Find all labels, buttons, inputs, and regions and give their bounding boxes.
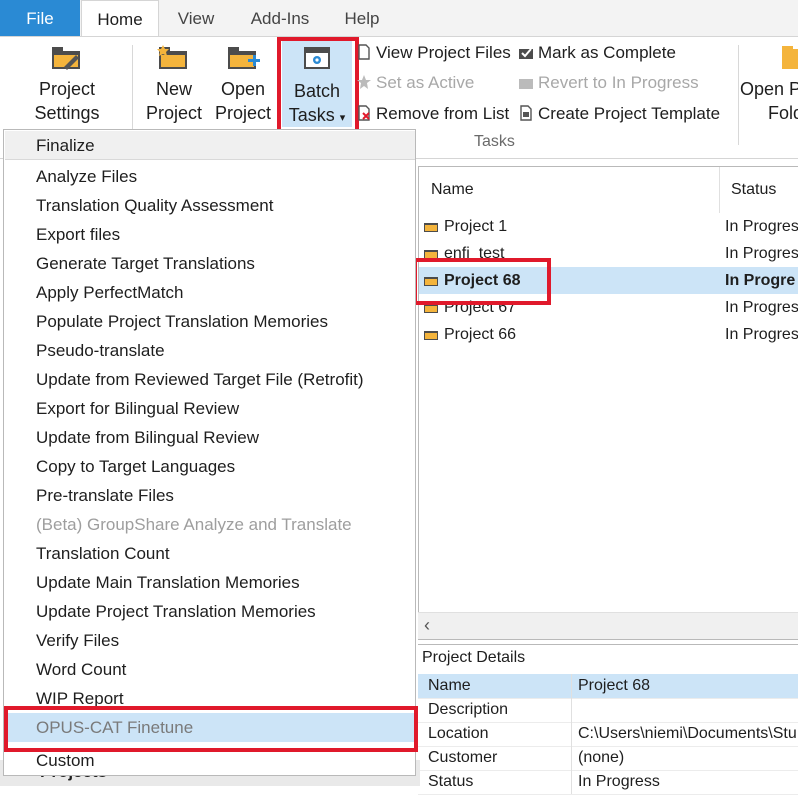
project-row[interactable]: Project 1 In Progres [419, 213, 798, 240]
project-settings-icon [50, 43, 84, 73]
menu-item-generate-target-translations[interactable]: Generate Target Translations [5, 249, 415, 278]
tab-home[interactable]: Home [81, 0, 159, 37]
menu-item-copy-to-target-languages[interactable]: Copy to Target Languages [5, 452, 415, 481]
column-header-status[interactable]: Status [731, 167, 776, 213]
tab-file[interactable]: File [0, 0, 80, 36]
details-key: Customer [428, 749, 498, 766]
set-as-active-label: Set as Active [376, 73, 475, 92]
batch-tasks-menu: Finalize Analyze Files Translation Quali… [3, 129, 416, 776]
open-project-button[interactable]: Open Project [210, 43, 276, 125]
details-row-customer[interactable]: Customer (none) [418, 746, 798, 771]
revert-icon [518, 72, 534, 89]
menu-item-groupshare-analyze-translate[interactable]: (Beta) GroupShare Analyze and Translate [5, 510, 415, 539]
create-project-template-button[interactable]: Create Project Template [518, 101, 720, 127]
menu-item-update-main-tms[interactable]: Update Main Translation Memories [5, 568, 415, 597]
open-project-folder-button[interactable]: Open P Fold [740, 43, 798, 125]
project-list: Name Status Project 1 In Progres enfi_te… [418, 166, 798, 640]
project-settings-label-1: Project [38, 79, 96, 99]
menu-item-apply-perfectmatch[interactable]: Apply PerfectMatch [5, 278, 415, 307]
horizontal-scrollbar[interactable]: ‹ [418, 612, 798, 639]
project-settings-label-2: Settings [34, 103, 100, 123]
project-status: In Progres [725, 218, 798, 235]
project-details-title: Project Details [422, 649, 526, 666]
project-details-panel: Project Details Name Project 68 Descript… [418, 644, 798, 795]
open-project-folder-label-2: Fold [768, 103, 798, 123]
folder-icon [780, 43, 798, 73]
tab-view[interactable]: View [164, 0, 228, 36]
menu-item-update-bilingual-review[interactable]: Update from Bilingual Review [5, 423, 415, 452]
project-status: In Progres [725, 299, 798, 316]
menu-item-translation-quality-assessment[interactable]: Translation Quality Assessment [5, 191, 415, 220]
project-name: Project 66 [444, 326, 517, 343]
menu-item-pseudo-translate[interactable]: Pseudo-translate [5, 336, 415, 365]
project-settings-button[interactable]: Project Settings [22, 43, 112, 125]
mark-as-complete-button[interactable]: Mark as Complete [518, 40, 676, 66]
set-as-active-button[interactable]: Set as Active [356, 70, 474, 96]
details-key: Description [428, 701, 509, 718]
details-key: Status [428, 773, 474, 790]
menu-item-word-count[interactable]: Word Count [5, 655, 415, 684]
open-project-label-1: Open [220, 79, 266, 99]
template-icon [518, 103, 534, 121]
document-icon [356, 42, 372, 60]
remove-icon [356, 103, 372, 121]
revert-to-in-progress-button[interactable]: Revert to In Progress [518, 70, 699, 96]
annotation-box-batch-tasks [277, 37, 359, 133]
revert-to-in-progress-label: Revert to In Progress [538, 73, 699, 92]
ribbon-tab-bar: File Home View Add-Ins Help [0, 0, 798, 37]
annotation-box-opus-cat-finetune [4, 706, 418, 752]
menu-item-translation-count[interactable]: Translation Count [5, 539, 415, 568]
details-value: (none) [578, 749, 625, 766]
project-status: In Progres [725, 245, 798, 262]
remove-from-list-button[interactable]: Remove from List [356, 101, 509, 127]
project-status: In Progre [725, 272, 796, 289]
open-project-label-2: Project [214, 103, 272, 123]
new-project-label-2: Project [145, 103, 203, 123]
open-project-folder-label-1: Open P [740, 79, 798, 99]
menu-item-update-project-tms[interactable]: Update Project Translation Memories [5, 597, 415, 626]
details-value: C:\Users\niemi\Documents\Stu [578, 725, 797, 742]
project-folder-icon [424, 221, 438, 232]
annotation-box-project-68 [413, 258, 551, 305]
column-divider[interactable] [719, 167, 720, 213]
tab-help[interactable]: Help [332, 0, 392, 36]
column-header-name[interactable]: Name [431, 167, 474, 213]
tab-add-ins[interactable]: Add-Ins [240, 0, 320, 36]
menu-item-populate-project-tms[interactable]: Populate Project Translation Memories [5, 307, 415, 336]
project-folder-icon [424, 329, 438, 340]
mark-complete-icon [518, 42, 534, 59]
menu-item-retrofit[interactable]: Update from Reviewed Target File (Retrof… [5, 365, 415, 394]
new-project-icon [157, 43, 191, 73]
menu-item-export-bilingual-review[interactable]: Export for Bilingual Review [5, 394, 415, 423]
menu-item-export-files[interactable]: Export files [5, 220, 415, 249]
menu-item-analyze-files[interactable]: Analyze Files [5, 162, 415, 191]
menu-item-verify-files[interactable]: Verify Files [5, 626, 415, 655]
open-project-icon [226, 43, 260, 73]
project-row[interactable]: Project 66 In Progres [419, 321, 798, 348]
view-project-files-button[interactable]: View Project Files [356, 40, 511, 66]
details-value: In Progress [578, 773, 660, 790]
new-project-label-1: New [155, 79, 192, 99]
new-project-button[interactable]: New Project [142, 43, 206, 125]
mark-as-complete-label: Mark as Complete [538, 43, 676, 62]
remove-from-list-label: Remove from List [376, 104, 510, 123]
menu-item-finalize[interactable]: Finalize [5, 131, 415, 160]
details-value: Project 68 [578, 677, 651, 694]
details-key: Location [428, 725, 489, 742]
project-status: In Progres [725, 326, 798, 343]
create-project-template-label: Create Project Template [538, 104, 721, 123]
set-active-icon [356, 72, 372, 89]
details-row-location[interactable]: Location C:\Users\niemi\Documents\Stu [418, 722, 798, 747]
scroll-left-icon[interactable]: ‹ [424, 615, 430, 636]
details-row-status[interactable]: Status In Progress [418, 770, 798, 795]
group-label-tasks: Tasks [474, 133, 515, 150]
details-row-name[interactable]: Name Project 68 [418, 674, 798, 699]
project-name: Project 1 [444, 218, 508, 235]
view-project-files-label: View Project Files [376, 43, 511, 62]
details-key: Name [428, 677, 471, 694]
details-row-description[interactable]: Description [418, 698, 798, 723]
ribbon-divider-2 [738, 45, 739, 145]
menu-item-pre-translate-files[interactable]: Pre-translate Files [5, 481, 415, 510]
